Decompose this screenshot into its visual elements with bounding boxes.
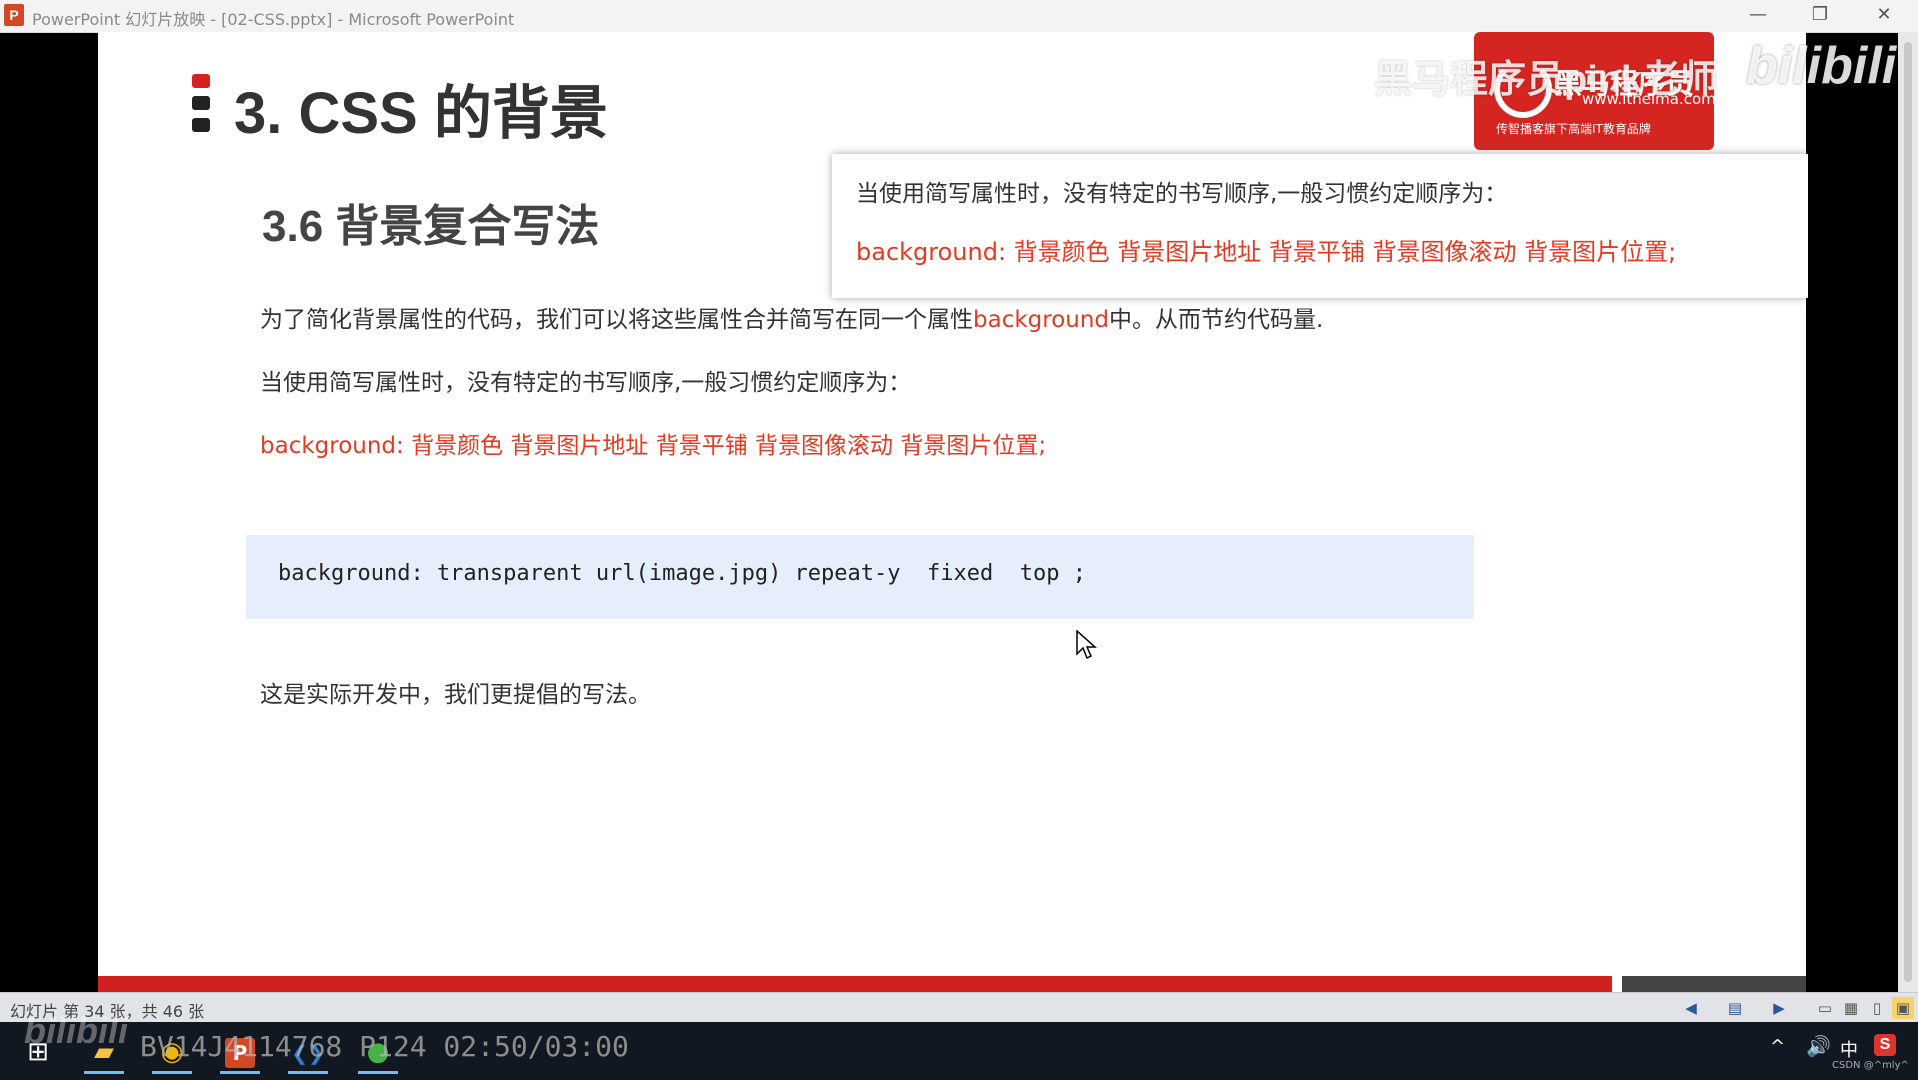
- intro-highlight: background: [973, 307, 1110, 333]
- recommendation-paragraph: 这是实际开发中，我们更提倡的写法。: [260, 682, 651, 708]
- mouse-cursor-icon: [1076, 630, 1097, 660]
- normal-view-icon[interactable]: ▭: [1814, 997, 1836, 1019]
- bilibili-watermark: bilibili: [1746, 37, 1897, 95]
- minimize-button[interactable]: —: [1728, 0, 1788, 32]
- next-slide-icon[interactable]: ▶: [1768, 997, 1790, 1019]
- video-id-overlay: BV14J4114768 P124 02:50/03:00: [140, 1030, 629, 1063]
- vertical-scrollbar[interactable]: [1898, 32, 1918, 992]
- csdn-watermark: CSDN @^mly^: [1832, 1060, 1909, 1071]
- sogou-s-icon[interactable]: S: [1874, 1034, 1896, 1056]
- popup-note: 当使用简写属性时，没有特定的书写顺序,一般习惯约定顺序为： background…: [832, 154, 1808, 298]
- intro-paragraph: 为了简化背景属性的代码，我们可以将这些属性合并简写在同一个属性backgroun…: [260, 300, 1323, 334]
- intro-prefix: 为了简化背景属性的代码，我们可以将这些属性合并简写在同一个属性: [260, 307, 973, 333]
- slide-bottom-bar-dark: [1622, 976, 1806, 992]
- intro-suffix: 中。从而节约代码量.: [1109, 307, 1324, 333]
- slide-bottom-bar: [98, 976, 1612, 992]
- close-button[interactable]: ✕: [1854, 0, 1914, 32]
- popup-line-2: background: 背景颜色 背景图片地址 背景平铺 背景图像滚动 背景图片…: [856, 238, 1677, 266]
- code-text: background: transparent url(image.jpg) r…: [278, 561, 1086, 586]
- title-bar: P PowerPoint 幻灯片放映 - [02-CSS.pptx] - Mic…: [0, 0, 1918, 33]
- volume-icon[interactable]: 🔊: [1806, 1034, 1831, 1058]
- slideshow-view-icon[interactable]: ▣: [1892, 997, 1914, 1019]
- popup-line-1: 当使用简写属性时，没有特定的书写顺序,一般习惯约定顺序为：: [856, 181, 1508, 207]
- restore-button[interactable]: ❐: [1790, 0, 1850, 32]
- window-title: PowerPoint 幻灯片放映 - [02-CSS.pptx] - Micro…: [32, 10, 515, 29]
- order-paragraph: 当使用简写属性时，没有特定的书写顺序,一般习惯约定顺序为：: [260, 370, 912, 396]
- previous-slide-icon[interactable]: ◀: [1680, 997, 1702, 1019]
- slide-title: 3. CSS 的背景: [234, 81, 608, 146]
- reading-view-icon[interactable]: ▯: [1866, 997, 1888, 1019]
- slide-sorter-icon[interactable]: ▦: [1840, 997, 1862, 1019]
- tray-chevron-icon[interactable]: ^: [1770, 1036, 1785, 1057]
- logo-slogan: 传智播客旗下高端IT教育品牌: [1496, 122, 1651, 136]
- scrollbar-thumb[interactable]: [1904, 42, 1912, 982]
- title-marker-icon: [192, 74, 210, 132]
- ime-indicator[interactable]: 中: [1840, 1036, 1858, 1062]
- order-syntax: background: 背景颜色 背景图片地址 背景平铺 背景图像滚动 背景图片…: [260, 433, 1047, 459]
- status-bar: 幻灯片 第 34 张，共 46 张 ◀ ▤ ▶ ▭ ▦ ▯ ▣: [0, 992, 1918, 1023]
- teacher-watermark: 黑马程序员pink老师: [1374, 59, 1719, 101]
- notes-icon[interactable]: ▤: [1724, 997, 1746, 1019]
- bilibili-small-watermark: bilibili: [24, 1010, 128, 1051]
- code-block: background: transparent url(image.jpg) r…: [246, 535, 1474, 619]
- section-title: 3.6 背景复合写法: [262, 202, 600, 251]
- powerpoint-app-icon[interactable]: P: [4, 4, 24, 26]
